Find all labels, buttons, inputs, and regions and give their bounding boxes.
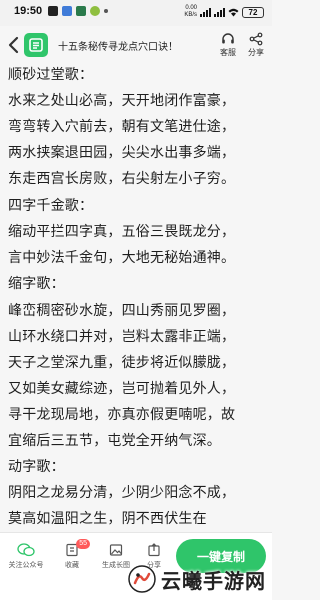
system-indicators: 0.00 KB/s 72 — [175, 5, 264, 19]
battery-icon: 72 — [242, 6, 264, 18]
notification-app-icon — [76, 6, 86, 16]
content-line: 莫高如温阳之生，阴不西伏生在 — [8, 511, 207, 527]
network-speed: 0.00 KB/s — [184, 5, 197, 18]
watermark: 云曦手游网 — [127, 564, 266, 594]
content-line: 顺砂过堂歌： — [8, 67, 94, 83]
content-line: 四字千金歌： — [8, 198, 94, 214]
content-line: 山环水绕口并对，岂料太露非正端， — [8, 329, 236, 345]
status-bar: 19:50 0.00 KB/s 72 — [0, 0, 272, 26]
signal-icon — [200, 7, 211, 17]
page-title: 十五条秘传寻龙点穴口诀！ — [58, 42, 178, 53]
content-line: 天子之堂深九重，徒步将近似朦胧， — [8, 355, 236, 371]
watermark-logo-icon — [128, 565, 156, 593]
favorite-button[interactable]: 55 收藏 — [52, 539, 92, 570]
customer-service-label: 客服 — [220, 48, 236, 57]
content-line: 东走西宫长房败，右尖射左小子穷。 — [8, 171, 236, 187]
notification-app-icon — [62, 6, 72, 16]
follow-official-account-button[interactable]: 关注公众号 — [6, 543, 46, 570]
content-line: 缩字歌： — [8, 276, 65, 292]
back-button[interactable] — [6, 35, 22, 55]
content-line: 弯弯转入穴前去，朝有文笔进仕途， — [8, 119, 236, 135]
content-line: 两水挟案退田园，尖尖水出事多端， — [8, 145, 236, 161]
app-header: 十五条秘传寻龙点穴口诀！ 客服 分享 — [0, 26, 272, 64]
favorite-label: 收藏 — [65, 562, 79, 569]
image-icon — [109, 544, 123, 556]
content-line: 动字歌： — [8, 459, 65, 475]
follow-label: 关注公众号 — [8, 562, 44, 569]
headset-icon — [222, 33, 234, 44]
content-line: 水来之处山必高，天开地闭作富豪， — [8, 93, 236, 109]
notification-app-icon — [48, 6, 58, 16]
share-icon — [148, 543, 160, 557]
more-notifications-icon — [104, 9, 108, 13]
favorite-count-badge: 55 — [76, 539, 90, 549]
customer-service-button[interactable]: 客服 — [215, 32, 241, 58]
status-time: 19:50 — [14, 5, 43, 17]
wifi-icon — [228, 8, 239, 16]
content-line: 峰峦稠密砂水旋，四山秀丽见罗圈， — [8, 303, 236, 319]
share-button[interactable]: 分享 — [243, 32, 269, 58]
content-line: 阴阳之龙易分清，少阴少阳念不成， — [8, 485, 236, 501]
wechat-icon — [17, 543, 35, 557]
share-label: 分享 — [248, 48, 264, 57]
content-line: 言中妙法千金句，大地无秘始通神。 — [8, 250, 236, 266]
content-line: 寻干龙现局地，亦真亦假更喃呢，故 — [8, 407, 236, 423]
app-logo-icon — [24, 33, 48, 57]
article-content[interactable]: 顺砂过堂歌： 水来之处山必高，天开地闭作富豪， 弯弯转入穴前去，朝有文笔进仕途，… — [0, 64, 272, 534]
signal-icon — [214, 7, 225, 17]
content-line: 缩动平拦四字真，五俗三畏既龙分， — [8, 224, 236, 240]
share-icon — [249, 32, 263, 46]
notification-icons — [48, 6, 108, 16]
notification-app-icon — [90, 6, 100, 16]
content-line: 又如美女藏综迹，岂可抛着见外人， — [8, 381, 236, 397]
content-line: 宜缩后三五节，屯党全开纳气深。 — [8, 433, 221, 449]
watermark-text: 云曦手游网 — [161, 568, 266, 593]
